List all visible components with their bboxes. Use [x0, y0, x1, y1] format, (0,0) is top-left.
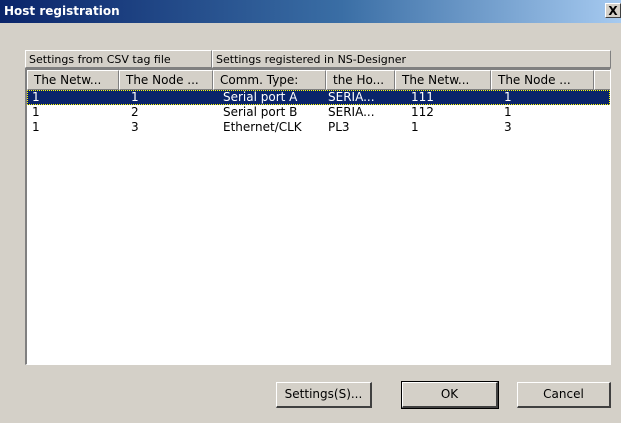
cell-comm-type: Serial port B	[223, 105, 298, 119]
cell-network-ns: 111	[411, 90, 434, 104]
column-header-row: The Netw... The Node ... Comm. Type: the…	[27, 70, 610, 90]
cell-node-csv: 2	[131, 105, 139, 119]
cell-host: SERIA...	[328, 105, 375, 119]
cell-host: PL3	[328, 120, 350, 134]
cell-node-csv: 3	[131, 120, 139, 134]
column-header-network-csv[interactable]: The Netw...	[27, 70, 119, 90]
close-button[interactable]: X	[605, 3, 621, 18]
column-header-host[interactable]: the Ho...	[326, 70, 395, 90]
cell-comm-type: Ethernet/CLK	[223, 120, 302, 134]
cell-network-csv: 1	[32, 120, 40, 134]
cell-node-ns: 1	[504, 105, 512, 119]
cancel-button[interactable]: Cancel	[517, 382, 611, 408]
window-title: Host registration	[4, 4, 120, 18]
column-header-comm-type[interactable]: Comm. Type:	[213, 70, 326, 90]
cell-network-csv: 1	[32, 90, 40, 104]
cell-node-csv: 1	[131, 90, 139, 104]
cell-network-ns: 112	[411, 105, 434, 119]
column-header-node-csv[interactable]: The Node ...	[119, 70, 213, 90]
cell-host: SERIA...	[328, 90, 375, 104]
cell-network-ns: 1	[411, 120, 419, 134]
column-header-filler	[594, 70, 610, 90]
table-row[interactable]: 1 3 Ethernet/CLK PL3 1 3	[27, 120, 610, 135]
cell-node-ns: 3	[504, 120, 512, 134]
table-row[interactable]: 1 1 Serial port A SERIA... 111 1	[27, 90, 610, 105]
column-header-network-ns[interactable]: The Netw...	[395, 70, 491, 90]
cell-node-ns: 1	[504, 90, 512, 104]
close-icon: X	[608, 4, 618, 18]
group-header-ns-designer: Settings registered in NS-Designer	[212, 50, 611, 68]
table-body: 1 1 Serial port A SERIA... 111 1 1 2 Ser…	[27, 90, 610, 135]
ok-button[interactable]: OK	[401, 381, 499, 409]
title-bar[interactable]: Host registration X	[0, 0, 621, 23]
group-header-csv: Settings from CSV tag file	[25, 50, 212, 68]
cell-comm-type: Serial port A	[223, 90, 298, 104]
table-row[interactable]: 1 2 Serial port B SERIA... 112 1	[27, 105, 610, 120]
host-list-view[interactable]: The Netw... The Node ... Comm. Type: the…	[25, 68, 611, 365]
column-header-node-ns[interactable]: The Node ...	[491, 70, 594, 90]
cell-network-csv: 1	[32, 105, 40, 119]
settings-button[interactable]: Settings(S)...	[276, 382, 372, 408]
